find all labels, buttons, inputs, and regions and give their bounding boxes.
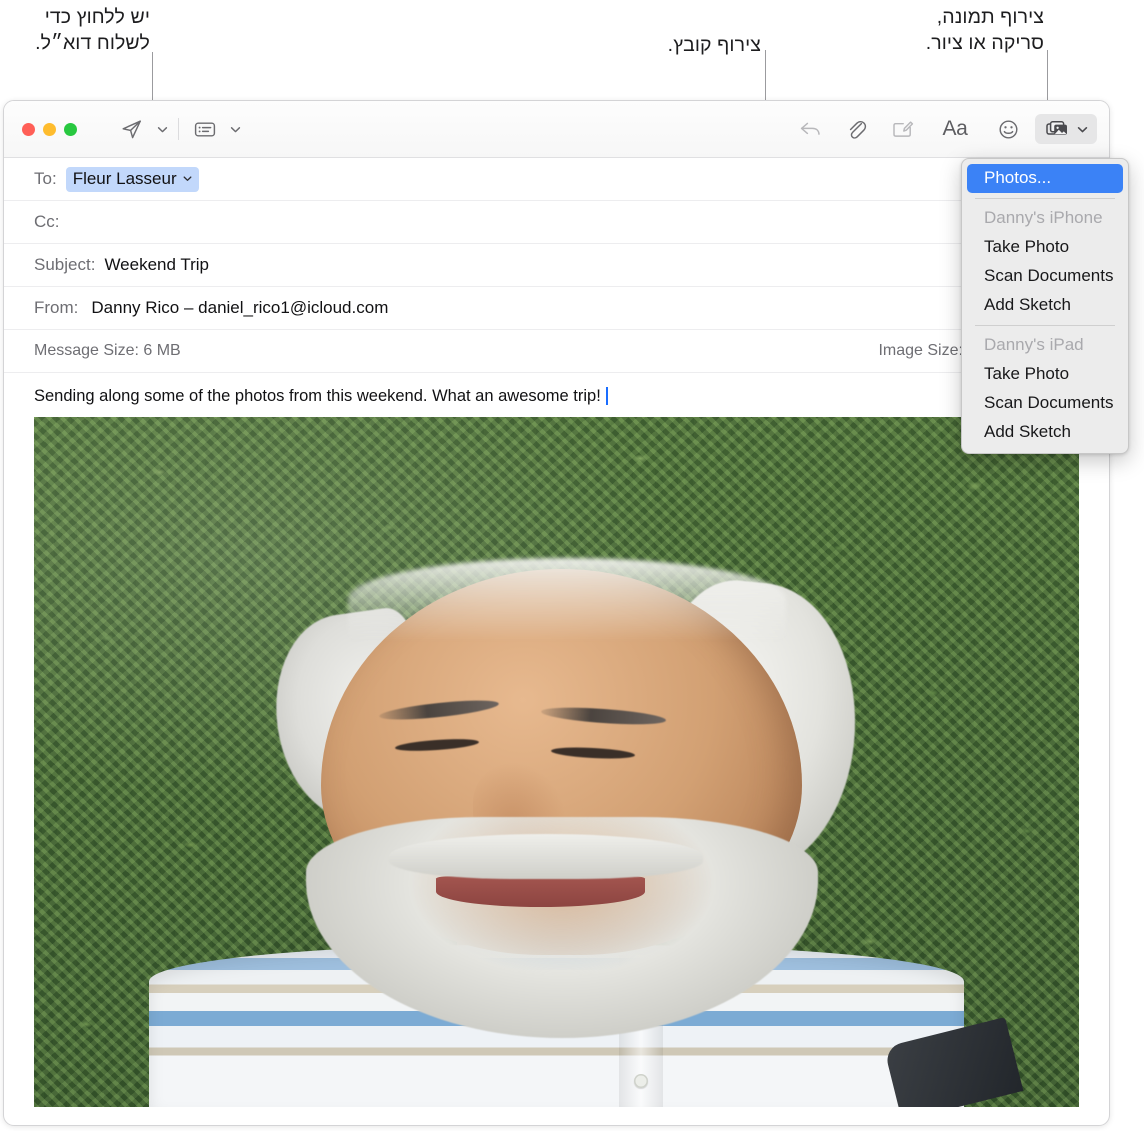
menu-section-header: Danny's iPad xyxy=(984,335,1084,354)
send-button[interactable] xyxy=(113,114,151,144)
markup-button[interactable] xyxy=(883,114,921,144)
chevron-down-icon xyxy=(157,126,167,132)
menu-item-add-sketch[interactable]: Add Sketch xyxy=(967,291,1123,320)
callout-attach-photo-label: צירוף תמונה, סריקה או ציור. xyxy=(925,6,1044,54)
menu-section-header: Danny's iPhone xyxy=(984,208,1103,227)
attach-photo-dropdown-menu: Photos... Danny's iPhone Take Photo Scan Do… xyxy=(961,158,1129,454)
attach-file-button[interactable] xyxy=(837,114,875,144)
reply-arrow-icon xyxy=(800,122,820,135)
chevron-down-icon xyxy=(183,176,192,181)
to-field-label: To: xyxy=(34,169,57,188)
chevron-down-icon xyxy=(230,126,240,132)
recipient-name: Fleur Lasseur xyxy=(72,168,177,188)
reply-button[interactable] xyxy=(791,114,829,144)
attached-photo[interactable] xyxy=(34,417,1079,1107)
close-button[interactable] xyxy=(22,122,35,136)
header-fields-menu-button[interactable] xyxy=(226,114,244,144)
compose-message-window: Aa To: Fleur Lasseur Cc: Subject: Weeken… xyxy=(3,100,1110,1126)
text-insertion-caret xyxy=(605,387,608,405)
callout-send-label: יש ללחוץ כדי לשלוח דוא״ל. xyxy=(35,6,150,54)
format-button[interactable]: Aa xyxy=(929,114,981,144)
menu-item-scan-documents[interactable]: Scan Documents xyxy=(967,389,1123,418)
from-field-value: Danny Rico – daniel_rico1@icloud.com xyxy=(91,298,389,317)
menu-separator xyxy=(975,325,1115,326)
to-field-row[interactable]: To: Fleur Lasseur xyxy=(4,158,1109,201)
subject-hair-top xyxy=(347,558,787,642)
size-info-row: Message Size: 6 MB Image Size: Actual Si… xyxy=(4,330,1109,373)
message-header-fields: To: Fleur Lasseur Cc: Subject: Weekend T… xyxy=(4,158,1109,373)
subject-field-label: Subject: xyxy=(34,255,96,274)
zoom-button[interactable] xyxy=(64,122,77,136)
toolbar-left-group xyxy=(113,114,244,144)
menu-separator xyxy=(975,198,1115,199)
smiley-face-icon xyxy=(998,119,1018,139)
menu-item-scan-documents[interactable]: Scan Documents xyxy=(967,262,1123,291)
header-fields-button[interactable] xyxy=(186,114,224,144)
from-field-row[interactable]: From: Danny Rico – daniel_rico1@icloud.c… xyxy=(4,287,1109,330)
send-paper-plane-icon xyxy=(122,120,141,139)
menu-item-take-photo[interactable]: Take Photo xyxy=(967,233,1123,262)
subject-mouth xyxy=(436,875,646,907)
message-body-text: Sending along some of the photos from th… xyxy=(34,387,601,405)
subject-field-row[interactable]: Subject: Weekend Trip xyxy=(4,244,1109,287)
aa-text-icon: Aa xyxy=(942,117,968,140)
emoji-button[interactable] xyxy=(989,114,1027,144)
subject-mustache xyxy=(389,834,703,880)
photo-subject-person xyxy=(34,417,1079,1107)
menu-item-take-photo[interactable]: Take Photo xyxy=(967,360,1123,389)
callout-attach-file-label: צירוף קובץ. xyxy=(667,34,761,56)
markup-pen-icon xyxy=(893,121,914,137)
menu-item-add-sketch[interactable]: Add Sketch xyxy=(967,418,1123,447)
paperclip-icon xyxy=(849,120,867,139)
header-fields-icon xyxy=(194,122,216,137)
menu-item-photos[interactable]: Photos... xyxy=(967,164,1123,193)
subject-shirt-button xyxy=(633,1073,648,1088)
chevron-down-icon xyxy=(1077,126,1087,132)
from-field-label: From: xyxy=(34,298,79,317)
photos-stack-icon xyxy=(1045,121,1067,135)
toolbar-right-group: Aa xyxy=(791,114,1097,144)
recipient-token-fleur-lasseur[interactable]: Fleur Lasseur xyxy=(65,166,199,192)
image-size-label: Image Size: xyxy=(878,342,963,359)
send-options-menu-button[interactable] xyxy=(153,114,171,144)
message-body-text-area[interactable]: Sending along some of the photos from th… xyxy=(4,373,1109,417)
cc-field-label: Cc: xyxy=(34,212,60,231)
window-toolbar: Aa xyxy=(4,101,1109,158)
subject-field-value: Weekend Trip xyxy=(104,255,210,274)
message-size-label: Message Size: 6 MB xyxy=(34,342,181,359)
cc-field-row[interactable]: Cc: xyxy=(4,201,1109,244)
window-controls xyxy=(22,122,77,136)
attach-photo-button[interactable] xyxy=(1035,114,1097,144)
toolbar-divider xyxy=(178,118,179,140)
minimize-button[interactable] xyxy=(43,122,56,136)
